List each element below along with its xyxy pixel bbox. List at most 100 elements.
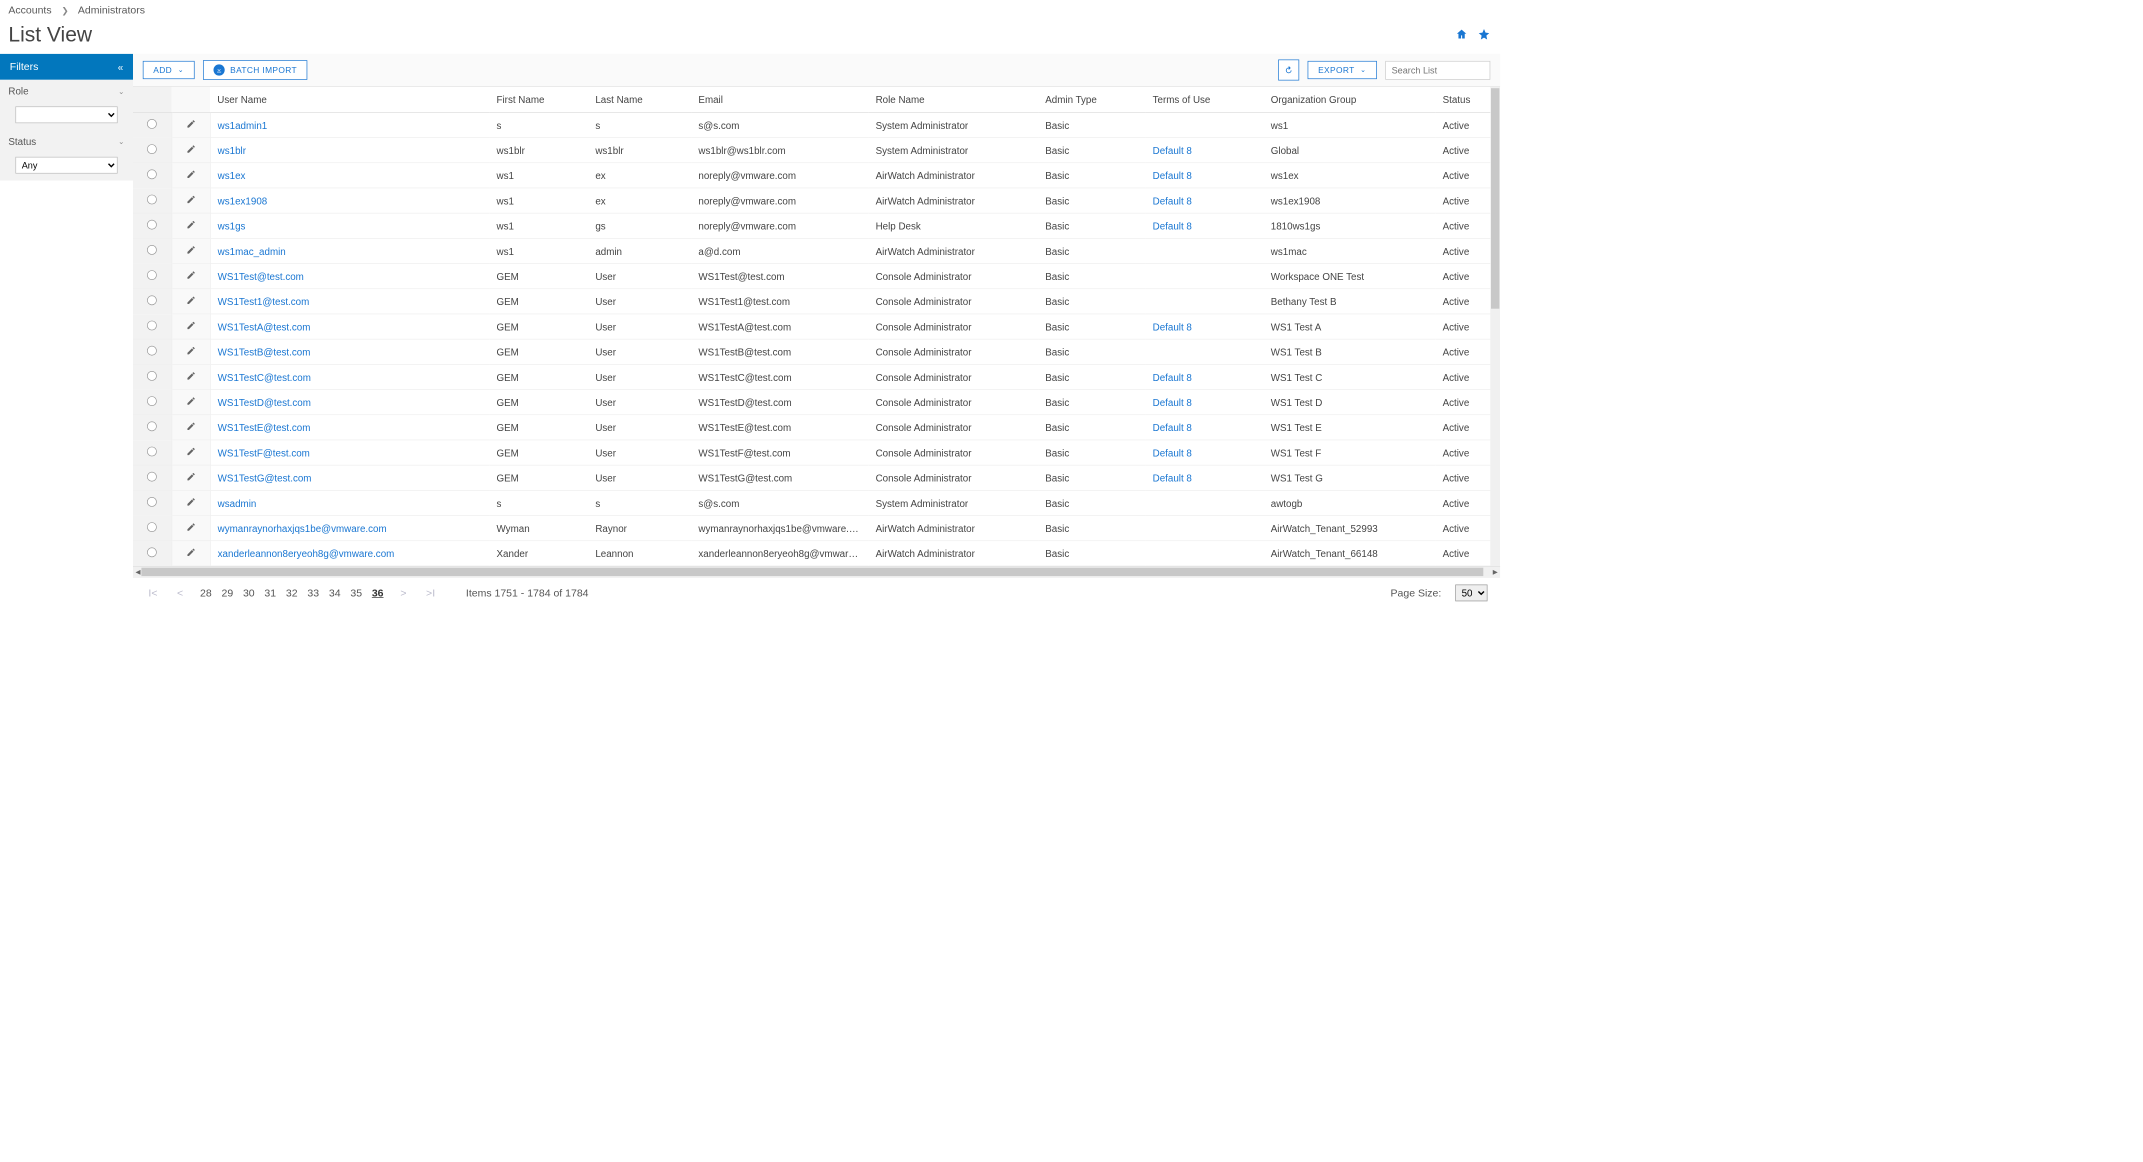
pager-page[interactable]: 36 (372, 587, 384, 599)
terms-link[interactable]: Default 8 (1153, 195, 1192, 206)
edit-icon[interactable] (186, 548, 196, 559)
row-radio[interactable] (147, 295, 157, 305)
table-scroll[interactable]: User Name First Name Last Name Email Rol… (133, 87, 1500, 567)
pager-prev[interactable]: < (174, 587, 186, 599)
edit-icon[interactable] (186, 321, 196, 332)
username-link[interactable]: WS1Test@test.com (218, 271, 304, 282)
edit-icon[interactable] (186, 422, 196, 433)
scroll-right-icon[interactable]: ▶ (1490, 567, 1500, 577)
pager-page[interactable]: 34 (329, 587, 341, 599)
row-radio[interactable] (147, 119, 157, 129)
edit-icon[interactable] (186, 296, 196, 307)
username-link[interactable]: WS1TestG@test.com (218, 472, 312, 483)
edit-icon[interactable] (186, 372, 196, 383)
terms-link[interactable]: Default 8 (1153, 220, 1192, 231)
col-org[interactable]: Organization Group (1264, 87, 1436, 113)
breadcrumb-parent[interactable]: Accounts (8, 4, 51, 16)
username-link[interactable]: WS1Test1@test.com (218, 296, 310, 307)
vertical-scrollbar[interactable] (1490, 87, 1500, 567)
terms-link[interactable]: Default 8 (1153, 422, 1192, 433)
col-email[interactable]: Email (691, 87, 868, 113)
add-button[interactable]: ADD ⌄ (143, 61, 195, 79)
row-radio[interactable] (147, 421, 157, 431)
collapse-icon[interactable]: « (118, 61, 123, 72)
edit-icon[interactable] (186, 145, 196, 156)
edit-icon[interactable] (186, 271, 196, 282)
row-radio[interactable] (147, 447, 157, 457)
pager-page[interactable]: 31 (264, 587, 276, 599)
col-first[interactable]: First Name (490, 87, 589, 113)
username-link[interactable]: ws1gs (218, 220, 246, 231)
export-button[interactable]: EXPORT ⌄ (1308, 61, 1377, 79)
row-radio[interactable] (147, 220, 157, 230)
pager-page[interactable]: 32 (286, 587, 298, 599)
edit-icon[interactable] (186, 120, 196, 131)
star-icon[interactable] (1478, 28, 1491, 43)
col-admintype[interactable]: Admin Type (1038, 87, 1145, 113)
row-radio[interactable] (147, 497, 157, 507)
row-radio[interactable] (147, 195, 157, 205)
edit-icon[interactable] (186, 195, 196, 206)
username-link[interactable]: WS1TestE@test.com (218, 422, 311, 433)
pager-next[interactable]: > (398, 587, 410, 599)
row-radio[interactable] (147, 346, 157, 356)
pager-first[interactable]: I< (146, 587, 161, 599)
filter-role-toggle[interactable]: Role ⌄ (0, 80, 133, 102)
username-link[interactable]: WS1TestD@test.com (218, 397, 311, 408)
username-link[interactable]: WS1TestF@test.com (218, 447, 310, 458)
horizontal-scrollbar[interactable]: ◀ ▶ (133, 566, 1500, 577)
row-radio[interactable] (147, 522, 157, 532)
username-link[interactable]: WS1TestC@test.com (218, 371, 311, 382)
home-icon[interactable] (1455, 28, 1468, 43)
pager-page[interactable]: 35 (350, 587, 362, 599)
username-link[interactable]: ws1mac_admin (218, 245, 286, 256)
col-role[interactable]: Role Name (869, 87, 1039, 113)
edit-icon[interactable] (186, 498, 196, 509)
edit-icon[interactable] (186, 473, 196, 484)
username-link[interactable]: wsadmin (218, 497, 257, 508)
username-link[interactable]: ws1blr (218, 145, 246, 156)
edit-icon[interactable] (186, 447, 196, 458)
username-link[interactable]: ws1ex (218, 170, 246, 181)
edit-icon[interactable] (186, 246, 196, 257)
row-radio[interactable] (147, 245, 157, 255)
terms-link[interactable]: Default 8 (1153, 397, 1192, 408)
edit-icon[interactable] (186, 523, 196, 534)
breadcrumb-current[interactable]: Administrators (78, 4, 145, 16)
edit-icon[interactable] (186, 170, 196, 181)
col-last[interactable]: Last Name (588, 87, 691, 113)
username-link[interactable]: WS1TestB@test.com (218, 346, 311, 357)
filter-status-select[interactable]: Any (15, 157, 117, 174)
row-radio[interactable] (147, 144, 157, 154)
batch-import-button[interactable]: BATCH IMPORT (203, 60, 308, 80)
terms-link[interactable]: Default 8 (1153, 371, 1192, 382)
filter-status-toggle[interactable]: Status ⌄ (0, 130, 133, 152)
edit-icon[interactable] (186, 397, 196, 408)
row-radio[interactable] (147, 547, 157, 557)
page-size-select[interactable]: 50 (1455, 585, 1487, 602)
refresh-button[interactable] (1278, 60, 1299, 81)
search-input[interactable] (1385, 61, 1490, 80)
terms-link[interactable]: Default 8 (1153, 170, 1192, 181)
pager-last[interactable]: >I (423, 587, 438, 599)
row-radio[interactable] (147, 321, 157, 331)
username-link[interactable]: ws1ex1908 (218, 195, 268, 206)
terms-link[interactable]: Default 8 (1153, 472, 1192, 483)
pager-page[interactable]: 33 (307, 587, 319, 599)
col-username[interactable]: User Name (210, 87, 489, 113)
row-radio[interactable] (147, 270, 157, 280)
username-link[interactable]: wymanraynorhaxjqs1be@vmware.com (218, 523, 387, 534)
row-radio[interactable] (147, 472, 157, 482)
filter-role-select[interactable] (15, 106, 117, 123)
username-link[interactable]: xanderleannon8eryeoh8g@vmware.com (218, 548, 395, 559)
edit-icon[interactable] (186, 347, 196, 358)
username-link[interactable]: ws1admin1 (218, 119, 268, 130)
pager-page[interactable]: 29 (221, 587, 233, 599)
row-radio[interactable] (147, 396, 157, 406)
pager-page[interactable]: 30 (243, 587, 255, 599)
col-terms[interactable]: Terms of Use (1146, 87, 1264, 113)
username-link[interactable]: WS1TestA@test.com (218, 321, 311, 332)
pager-page[interactable]: 28 (200, 587, 212, 599)
row-radio[interactable] (147, 371, 157, 381)
row-radio[interactable] (147, 169, 157, 179)
